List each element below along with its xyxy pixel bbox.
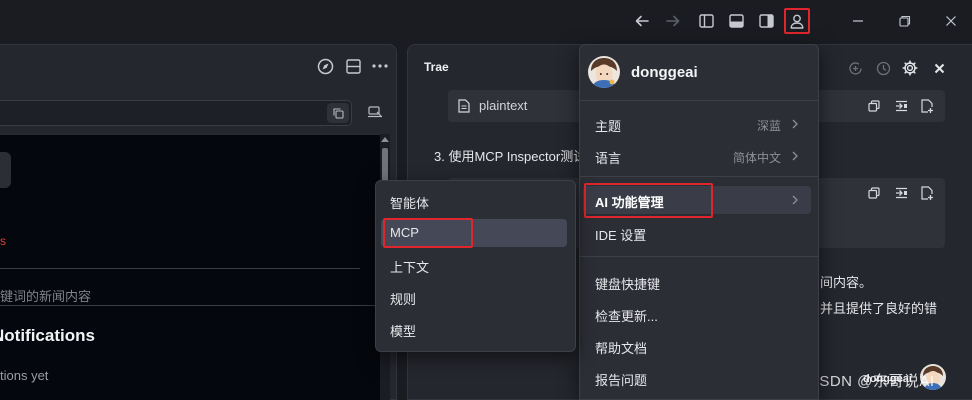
chevron-right-icon [790, 118, 800, 130]
submenu-item-context[interactable]: 上下文 [376, 251, 575, 279]
preview-content [0, 134, 380, 400]
add-file-icon[interactable] [918, 97, 936, 115]
copy-icon[interactable] [865, 184, 883, 202]
menu-item-report-issue[interactable]: 报告问题 [580, 364, 818, 392]
menu-item-help-docs[interactable]: 帮助文档 [580, 332, 818, 360]
panel-bottom-icon[interactable] [724, 9, 748, 33]
divider [0, 305, 390, 306]
menu-item-label: IDE 设置 [595, 228, 647, 243]
close-icon[interactable] [939, 9, 963, 33]
close-panel-icon[interactable] [929, 58, 949, 78]
preview-card [0, 152, 11, 188]
more-icon[interactable] [370, 56, 390, 76]
menu-item-value: 简体中文 [732, 151, 781, 165]
insert-icon[interactable] [892, 97, 910, 115]
divider [580, 256, 818, 257]
add-file-icon[interactable] [918, 184, 936, 202]
menu-item-label: 主题 [595, 119, 622, 134]
menu-item-language[interactable]: 语言 简体中文 [580, 142, 818, 170]
menu-item-ide-settings[interactable]: IDE 设置 [580, 219, 818, 247]
url-input[interactable] [0, 100, 352, 126]
panel-title: Trae [424, 60, 449, 74]
menu-item-label: 规则 [390, 292, 417, 307]
message-text: 并且提供了良好的错 [820, 301, 938, 316]
menu-item-label: 模型 [390, 324, 417, 339]
menu-item-theme[interactable]: 主题 深蓝 [580, 110, 818, 138]
submenu-item-agents[interactable]: 智能体 [376, 187, 575, 215]
arrow-right-icon[interactable] [661, 9, 685, 33]
avatar [588, 56, 620, 88]
divider [580, 176, 818, 177]
restore-icon[interactable] [893, 9, 917, 33]
chevron-right-icon [790, 150, 800, 162]
copy-icon[interactable] [865, 97, 883, 115]
minimize-icon[interactable] [846, 9, 870, 33]
highlight-box [383, 218, 473, 248]
notifications-empty-text: tions yet [0, 368, 49, 383]
news-placeholder: 键词的新闻内容 [0, 289, 92, 304]
arrow-left-icon[interactable] [630, 9, 654, 33]
menu-item-value: 深蓝 [756, 119, 781, 133]
menu-item-label: 帮助文档 [595, 341, 648, 356]
menu-item-label: 键盘快捷键 [595, 277, 661, 292]
new-chat-icon[interactable] [845, 58, 865, 78]
submenu-item-models[interactable]: 模型 [376, 315, 575, 343]
sidebar-left-icon[interactable] [694, 9, 718, 33]
user-icon[interactable] [784, 8, 810, 34]
title-bar [0, 0, 972, 42]
submenu-item-rules[interactable]: 规则 [376, 283, 575, 311]
menu-item-keyboard-shortcuts[interactable]: 键盘快捷键 [580, 268, 818, 296]
insert-icon[interactable] [892, 184, 910, 202]
sidebar-right-icon[interactable] [754, 9, 778, 33]
settings-icon[interactable] [900, 58, 920, 78]
chevron-right-icon [790, 194, 800, 206]
compass-icon[interactable] [315, 56, 335, 76]
copy-icon[interactable] [327, 103, 349, 123]
divider [0, 268, 360, 269]
menu-item-check-updates[interactable]: 检查更新... [580, 300, 818, 328]
menu-item-label: 语言 [595, 151, 622, 166]
menu-item-label: 上下文 [390, 260, 430, 275]
open-external-icon[interactable] [362, 101, 388, 123]
code-language-label: plaintext [479, 98, 528, 113]
message-text: 间内容。 [820, 275, 873, 290]
file-icon [455, 97, 473, 115]
step-heading: 3. 使用MCP Inspector测试 [434, 149, 587, 164]
menu-item-label: 检查更新... [595, 309, 658, 324]
notifications-heading: Notifications [0, 326, 95, 345]
watermark: CSDN @东哥说AI [808, 373, 935, 390]
account-username: donggeai [631, 64, 698, 81]
menu-item-label: 智能体 [390, 196, 430, 211]
error-marker: s [0, 234, 6, 248]
history-icon[interactable] [873, 58, 893, 78]
menu-item-label: 报告问题 [595, 373, 648, 388]
divider [580, 100, 818, 101]
layout-icon[interactable] [343, 56, 363, 76]
highlight-box [584, 183, 713, 218]
